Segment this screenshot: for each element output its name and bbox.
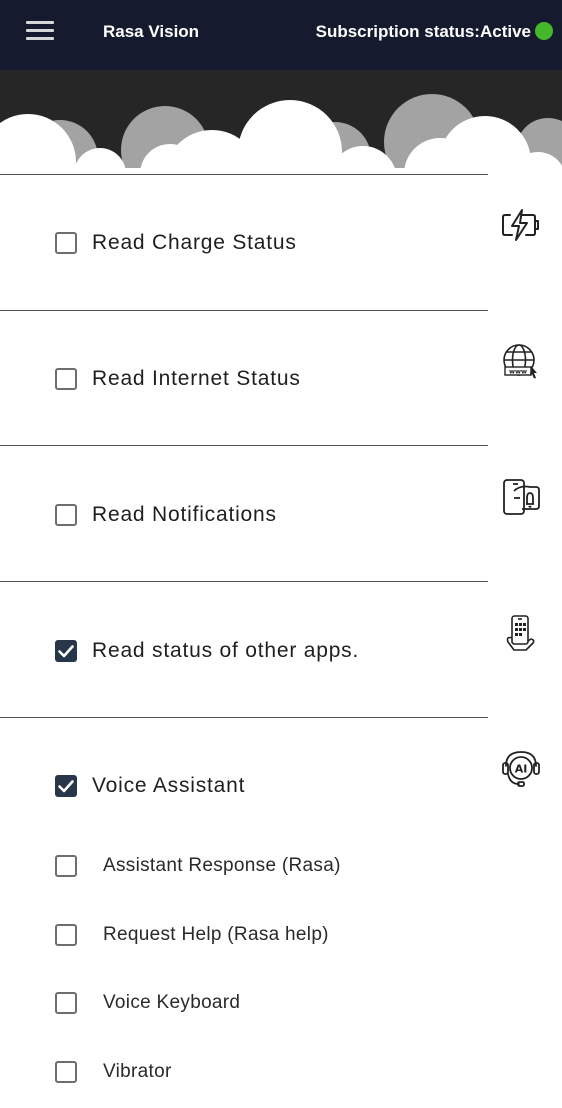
app-title: Rasa Vision: [103, 22, 200, 41]
label-request-help: Request Help (Rasa help): [103, 924, 329, 945]
permission-row-charge-status[interactable]: Read Charge Status: [55, 231, 297, 255]
checkbox-read-other-apps[interactable]: [55, 640, 77, 662]
checkbox-voice-keyboard[interactable]: [55, 992, 77, 1014]
label-read-internet-status: Read Internet Status: [92, 367, 301, 390]
hamburger-menu-icon[interactable]: [26, 21, 54, 41]
hand-holding-phone-apps-icon: [506, 615, 535, 651]
divider: [0, 445, 488, 446]
permission-row-voice-assistant[interactable]: Voice Assistant: [55, 774, 245, 798]
label-voice-keyboard: Voice Keyboard: [103, 992, 241, 1013]
label-read-notifications: Read Notifications: [92, 503, 277, 526]
option-row-vibrator[interactable]: Vibrator: [55, 1061, 172, 1083]
checkbox-read-notifications[interactable]: [55, 504, 77, 526]
subscription-status-text: Subscription status:Active: [315, 22, 531, 41]
svg-text:www: www: [509, 368, 527, 376]
option-row-request-help[interactable]: Request Help (Rasa help): [55, 924, 329, 946]
checkbox-assistant-response[interactable]: [55, 855, 77, 877]
permission-row-internet-status[interactable]: Read Internet Status: [55, 367, 301, 391]
label-vibrator: Vibrator: [103, 1061, 172, 1082]
divider: [0, 174, 488, 175]
cloud-banner: [0, 70, 562, 180]
app-bar: Rasa Vision Subscription status:Active: [0, 0, 562, 70]
label-read-charge-status: Read Charge Status: [92, 231, 297, 254]
ai-headset-icon: AI: [502, 751, 540, 787]
divider: [0, 581, 488, 582]
checkbox-request-help[interactable]: [55, 924, 77, 946]
checkbox-voice-assistant[interactable]: [55, 775, 77, 797]
divider: [0, 310, 488, 311]
label-read-other-apps: Read status of other apps.: [92, 639, 360, 662]
checkmark-icon: [58, 645, 74, 658]
label-assistant-response: Assistant Response (Rasa): [103, 855, 341, 876]
checkbox-vibrator[interactable]: [55, 1061, 77, 1083]
svg-text:AI: AI: [515, 763, 528, 776]
status-indicator-dot: [535, 22, 553, 40]
permission-row-notifications[interactable]: Read Notifications: [55, 503, 277, 527]
checkbox-read-charge-status[interactable]: [55, 232, 77, 254]
globe-www-icon: www: [503, 344, 537, 379]
divider: [0, 717, 488, 718]
checkbox-read-internet-status[interactable]: [55, 368, 77, 390]
label-voice-assistant: Voice Assistant: [92, 774, 246, 797]
option-row-voice-keyboard[interactable]: Voice Keyboard: [55, 992, 240, 1014]
charging-battery-icon: [502, 209, 539, 241]
option-row-assistant-response[interactable]: Assistant Response (Rasa): [55, 855, 341, 877]
permission-row-other-apps[interactable]: Read status of other apps.: [55, 639, 359, 663]
phone-notification-bell-icon: [503, 479, 540, 515]
checkmark-icon: [58, 780, 74, 793]
